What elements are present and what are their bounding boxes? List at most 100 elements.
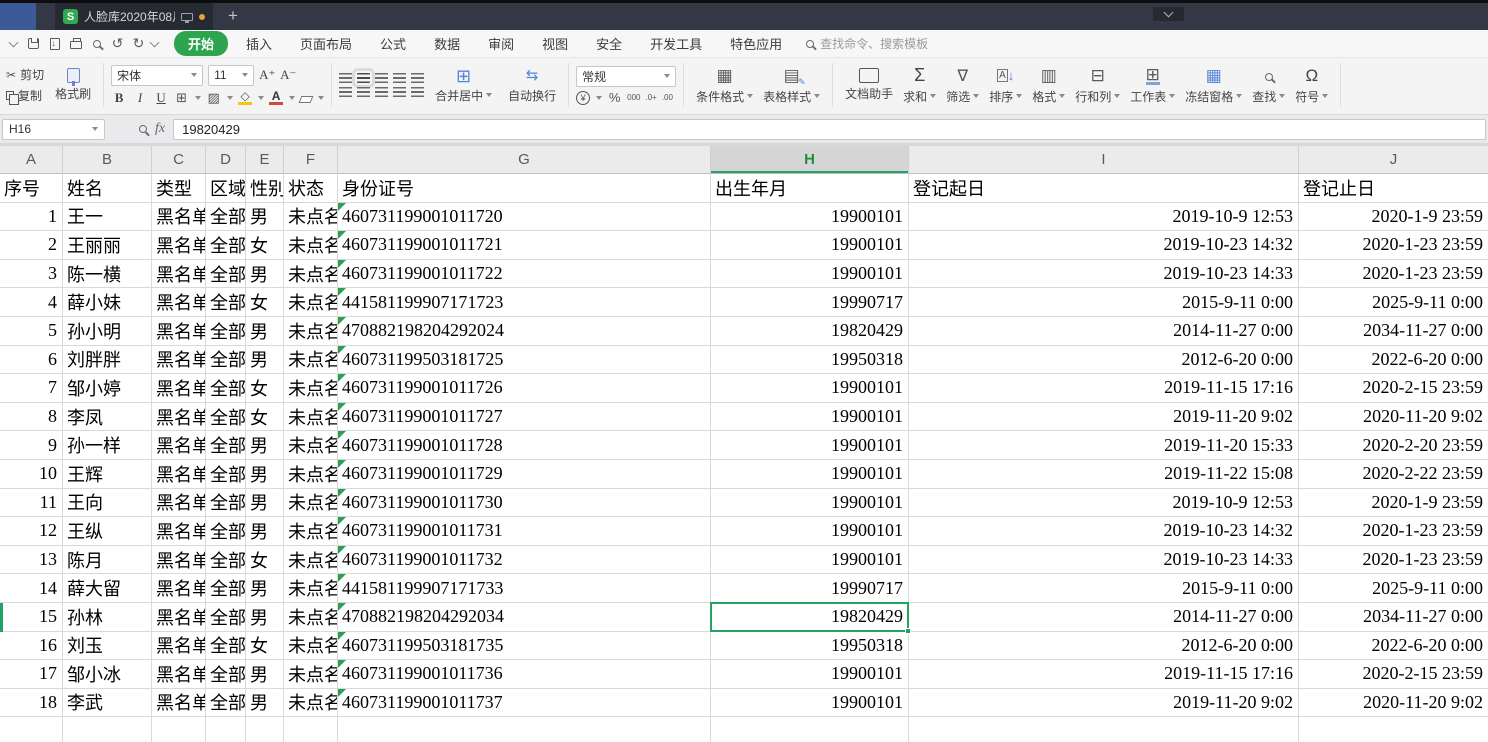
cell-C10[interactable]: 黑名单 (152, 431, 206, 460)
undo-button[interactable]: ↺ (109, 35, 126, 52)
cell-D14[interactable]: 全部 (206, 546, 246, 575)
cell-C14[interactable]: 黑名单 (152, 546, 206, 575)
cell-E18[interactable]: 男 (246, 660, 284, 689)
quick-access-chevron-icon[interactable] (9, 38, 19, 48)
cell-A2[interactable]: 1 (0, 203, 63, 232)
cell-C13[interactable]: 黑名单 (152, 517, 206, 546)
cell-A19[interactable]: 18 (0, 689, 63, 718)
cell-A15[interactable]: 14 (0, 574, 63, 603)
column-header-H[interactable]: H (711, 146, 909, 174)
align-center-button[interactable] (357, 87, 370, 97)
font-color-button[interactable]: A (269, 91, 283, 105)
cell-G14[interactable]: 460731199001011732 (338, 546, 711, 575)
cell-J12[interactable]: 2020-1-9 23:59 (1299, 489, 1488, 518)
cell-I9[interactable]: 2019-11-20 9:02 (909, 403, 1299, 432)
cell-J16[interactable]: 2034-11-27 0:00 (1299, 603, 1488, 632)
cell-E14[interactable]: 女 (246, 546, 284, 575)
cell-B6[interactable]: 孙小明 (63, 317, 152, 346)
cell-G6[interactable]: 470882198204292024 (338, 317, 711, 346)
cell-I3[interactable]: 2019-10-23 14:32 (909, 231, 1299, 260)
cell-C15[interactable]: 黑名单 (152, 574, 206, 603)
cell-J8[interactable]: 2020-2-15 23:59 (1299, 374, 1488, 403)
menu-tab-6[interactable]: 视图 (532, 31, 578, 56)
cell-G11[interactable]: 460731199001011729 (338, 460, 711, 489)
cell-A6[interactable]: 5 (0, 317, 63, 346)
cell-F20[interactable] (284, 717, 338, 742)
toolbar-options-icon[interactable] (150, 38, 160, 48)
titlebar-collapse-button[interactable] (1153, 7, 1184, 21)
cell-A13[interactable]: 12 (0, 517, 63, 546)
cell-E4[interactable]: 男 (246, 260, 284, 289)
wrap-text-button[interactable]: ⇆ 自动换行 (503, 66, 561, 105)
zoom-formula-icon[interactable] (139, 125, 147, 133)
cell-D15[interactable]: 全部 (206, 574, 246, 603)
cell-H15[interactable]: 19990717 (711, 574, 909, 603)
cell-F7[interactable]: 未点名 (284, 346, 338, 375)
cell-I6[interactable]: 2014-11-27 0:00 (909, 317, 1299, 346)
align-top-button[interactable] (339, 73, 352, 83)
cell-H14[interactable]: 19900101 (711, 546, 909, 575)
cell-E2[interactable]: 男 (246, 203, 284, 232)
cell-F17[interactable]: 未点名 (284, 632, 338, 661)
cell-H19[interactable]: 19900101 (711, 689, 909, 718)
borders-button[interactable]: ⊞ (174, 91, 189, 105)
cell-B13[interactable]: 王纵 (63, 517, 152, 546)
cell-C12[interactable]: 黑名单 (152, 489, 206, 518)
cell-B15[interactable]: 薛大留 (63, 574, 152, 603)
cell-A5[interactable]: 4 (0, 288, 63, 317)
cell-H10[interactable]: 19900101 (711, 431, 909, 460)
print-button[interactable] (67, 35, 84, 52)
cell-D11[interactable]: 全部 (206, 460, 246, 489)
cell-G9[interactable]: 460731199001011727 (338, 403, 711, 432)
cell-C17[interactable]: 黑名单 (152, 632, 206, 661)
cell-I8[interactable]: 2019-11-15 17:16 (909, 374, 1299, 403)
cell-D13[interactable]: 全部 (206, 517, 246, 546)
formula-input[interactable]: 19820429 (173, 119, 1486, 140)
cell-C6[interactable]: 黑名单 (152, 317, 206, 346)
cell-G8[interactable]: 460731199001011726 (338, 374, 711, 403)
cell-C5[interactable]: 黑名单 (152, 288, 206, 317)
cell-G17[interactable]: 460731199503181735 (338, 632, 711, 661)
cell-G3[interactable]: 460731199001011721 (338, 231, 711, 260)
cell-I14[interactable]: 2019-10-23 14:33 (909, 546, 1299, 575)
cell-B19[interactable]: 李武 (63, 689, 152, 718)
cut-button[interactable]: ✂ 剪切 (6, 66, 44, 83)
cell-J4[interactable]: 2020-1-23 23:59 (1299, 260, 1488, 289)
cell-A12[interactable]: 11 (0, 489, 63, 518)
cell-A20[interactable] (0, 717, 63, 742)
command-search[interactable]: 查找命令、搜索模板 (806, 35, 928, 52)
cell-D5[interactable]: 全部 (206, 288, 246, 317)
cell-E20[interactable] (246, 717, 284, 742)
cell-B14[interactable]: 陈月 (63, 546, 152, 575)
cell-C2[interactable]: 黑名单 (152, 203, 206, 232)
cell-G15[interactable]: 441581199907171733 (338, 574, 711, 603)
cell-F10[interactable]: 未点名 (284, 431, 338, 460)
cell-D9[interactable]: 全部 (206, 403, 246, 432)
cell-G4[interactable]: 460731199001011722 (338, 260, 711, 289)
cell-A3[interactable]: 2 (0, 231, 63, 260)
cell-G20[interactable] (338, 717, 711, 742)
cell-E8[interactable]: 女 (246, 374, 284, 403)
cell-F16[interactable]: 未点名 (284, 603, 338, 632)
cell-F4[interactable]: 未点名 (284, 260, 338, 289)
cell-F2[interactable]: 未点名 (284, 203, 338, 232)
cell-C7[interactable]: 黑名单 (152, 346, 206, 375)
menu-tab-0[interactable]: 开始 (174, 31, 228, 56)
cell-J6[interactable]: 2034-11-27 0:00 (1299, 317, 1488, 346)
cell-H6[interactable]: 19820429 (711, 317, 909, 346)
cell-F1[interactable]: 状态 (284, 174, 338, 203)
cell-G7[interactable]: 460731199503181725 (338, 346, 711, 375)
cell-I16[interactable]: 2014-11-27 0:00 (909, 603, 1299, 632)
cell-A9[interactable]: 8 (0, 403, 63, 432)
ribbon-button-sheet[interactable]: 工作表 (1125, 65, 1180, 106)
align-middle-button[interactable] (357, 73, 370, 83)
cell-E19[interactable]: 男 (246, 689, 284, 718)
cell-F9[interactable]: 未点名 (284, 403, 338, 432)
cell-G16[interactable]: 470882198204292034 (338, 603, 711, 632)
cell-D19[interactable]: 全部 (206, 689, 246, 718)
cell-F15[interactable]: 未点名 (284, 574, 338, 603)
menu-tab-3[interactable]: 公式 (370, 31, 416, 56)
column-header-I[interactable]: I (909, 146, 1299, 174)
cell-B3[interactable]: 王丽丽 (63, 231, 152, 260)
document-tab[interactable]: S 人脸库2020年08月18日.xls (55, 3, 213, 30)
